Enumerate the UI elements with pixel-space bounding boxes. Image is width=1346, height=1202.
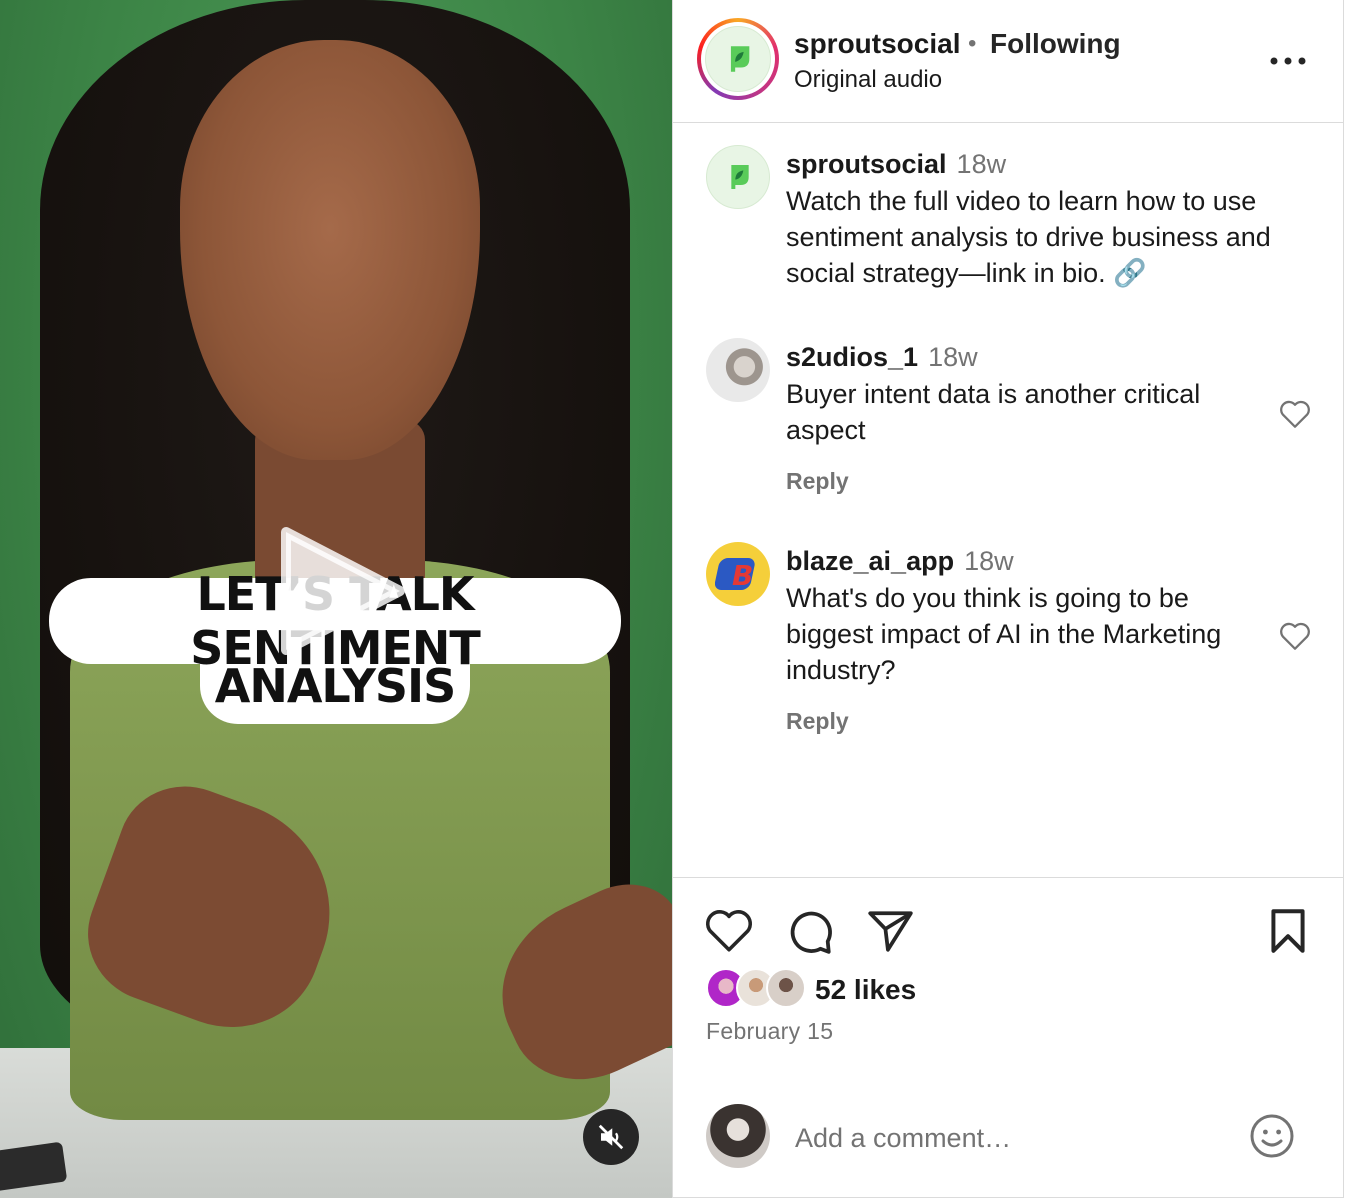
profile-story-ring[interactable] bbox=[697, 18, 779, 100]
comment-username[interactable]: blaze_ai_app bbox=[786, 546, 954, 576]
smiley-icon[interactable] bbox=[1248, 1112, 1296, 1160]
mute-button[interactable] bbox=[583, 1109, 639, 1165]
play-icon[interactable] bbox=[278, 524, 408, 658]
comment-bubble-icon[interactable] bbox=[785, 906, 835, 956]
comment-time[interactable]: 18w bbox=[928, 342, 978, 372]
comment-username[interactable]: s2udios_1 bbox=[786, 342, 918, 372]
heart-icon[interactable] bbox=[704, 906, 754, 956]
caption-username[interactable]: sproutsocial bbox=[786, 149, 947, 179]
comment-time[interactable]: 18w bbox=[964, 546, 1014, 576]
caption-text: Watch the full video to learn how to use… bbox=[786, 186, 1271, 288]
blaze-logo-icon: B bbox=[715, 558, 755, 592]
liker-avatar bbox=[766, 968, 806, 1008]
audio-link[interactable]: Original audio bbox=[794, 66, 942, 94]
bookmark-icon[interactable] bbox=[1263, 906, 1313, 956]
speaker-muted-icon bbox=[598, 1124, 624, 1150]
heart-icon[interactable] bbox=[1278, 398, 1312, 430]
likes-count[interactable]: 52 likes bbox=[815, 974, 916, 1006]
add-comment-row bbox=[673, 1090, 1343, 1190]
following-button[interactable]: Following bbox=[990, 28, 1121, 60]
comment-avatar[interactable] bbox=[706, 338, 770, 402]
current-user-avatar bbox=[706, 1104, 770, 1168]
sprout-logo-icon bbox=[705, 26, 771, 92]
presenter-face bbox=[180, 40, 480, 460]
heart-icon[interactable] bbox=[1278, 620, 1312, 652]
post-date[interactable]: February 15 bbox=[706, 1018, 833, 1045]
reply-button[interactable]: Reply bbox=[786, 468, 849, 495]
post-header: sproutsocial • Following Original audio bbox=[673, 0, 1343, 123]
video-player[interactable]: ANALYSIS LET’S TALK SENTIMENT bbox=[0, 0, 672, 1198]
comment-text: What's do you think is going to be bigge… bbox=[786, 583, 1222, 685]
more-horizontal-icon[interactable] bbox=[1268, 46, 1308, 76]
caption-time[interactable]: 18w bbox=[957, 149, 1007, 179]
post-panel: sproutsocial • Following Original audio … bbox=[672, 0, 1344, 1198]
comment-avatar[interactable]: B bbox=[706, 542, 770, 606]
svg-text:B: B bbox=[732, 559, 753, 592]
actions-divider bbox=[673, 877, 1343, 878]
paper-plane-icon[interactable] bbox=[865, 906, 915, 956]
reply-button[interactable]: Reply bbox=[786, 708, 849, 735]
sprout-logo-icon bbox=[731, 165, 749, 189]
caption-avatar[interactable] bbox=[706, 145, 770, 209]
header-username[interactable]: sproutsocial bbox=[794, 28, 960, 60]
header-separator: • bbox=[968, 30, 977, 57]
comment-input[interactable] bbox=[795, 1118, 1225, 1158]
comment-text: Buyer intent data is another critical as… bbox=[786, 379, 1201, 445]
